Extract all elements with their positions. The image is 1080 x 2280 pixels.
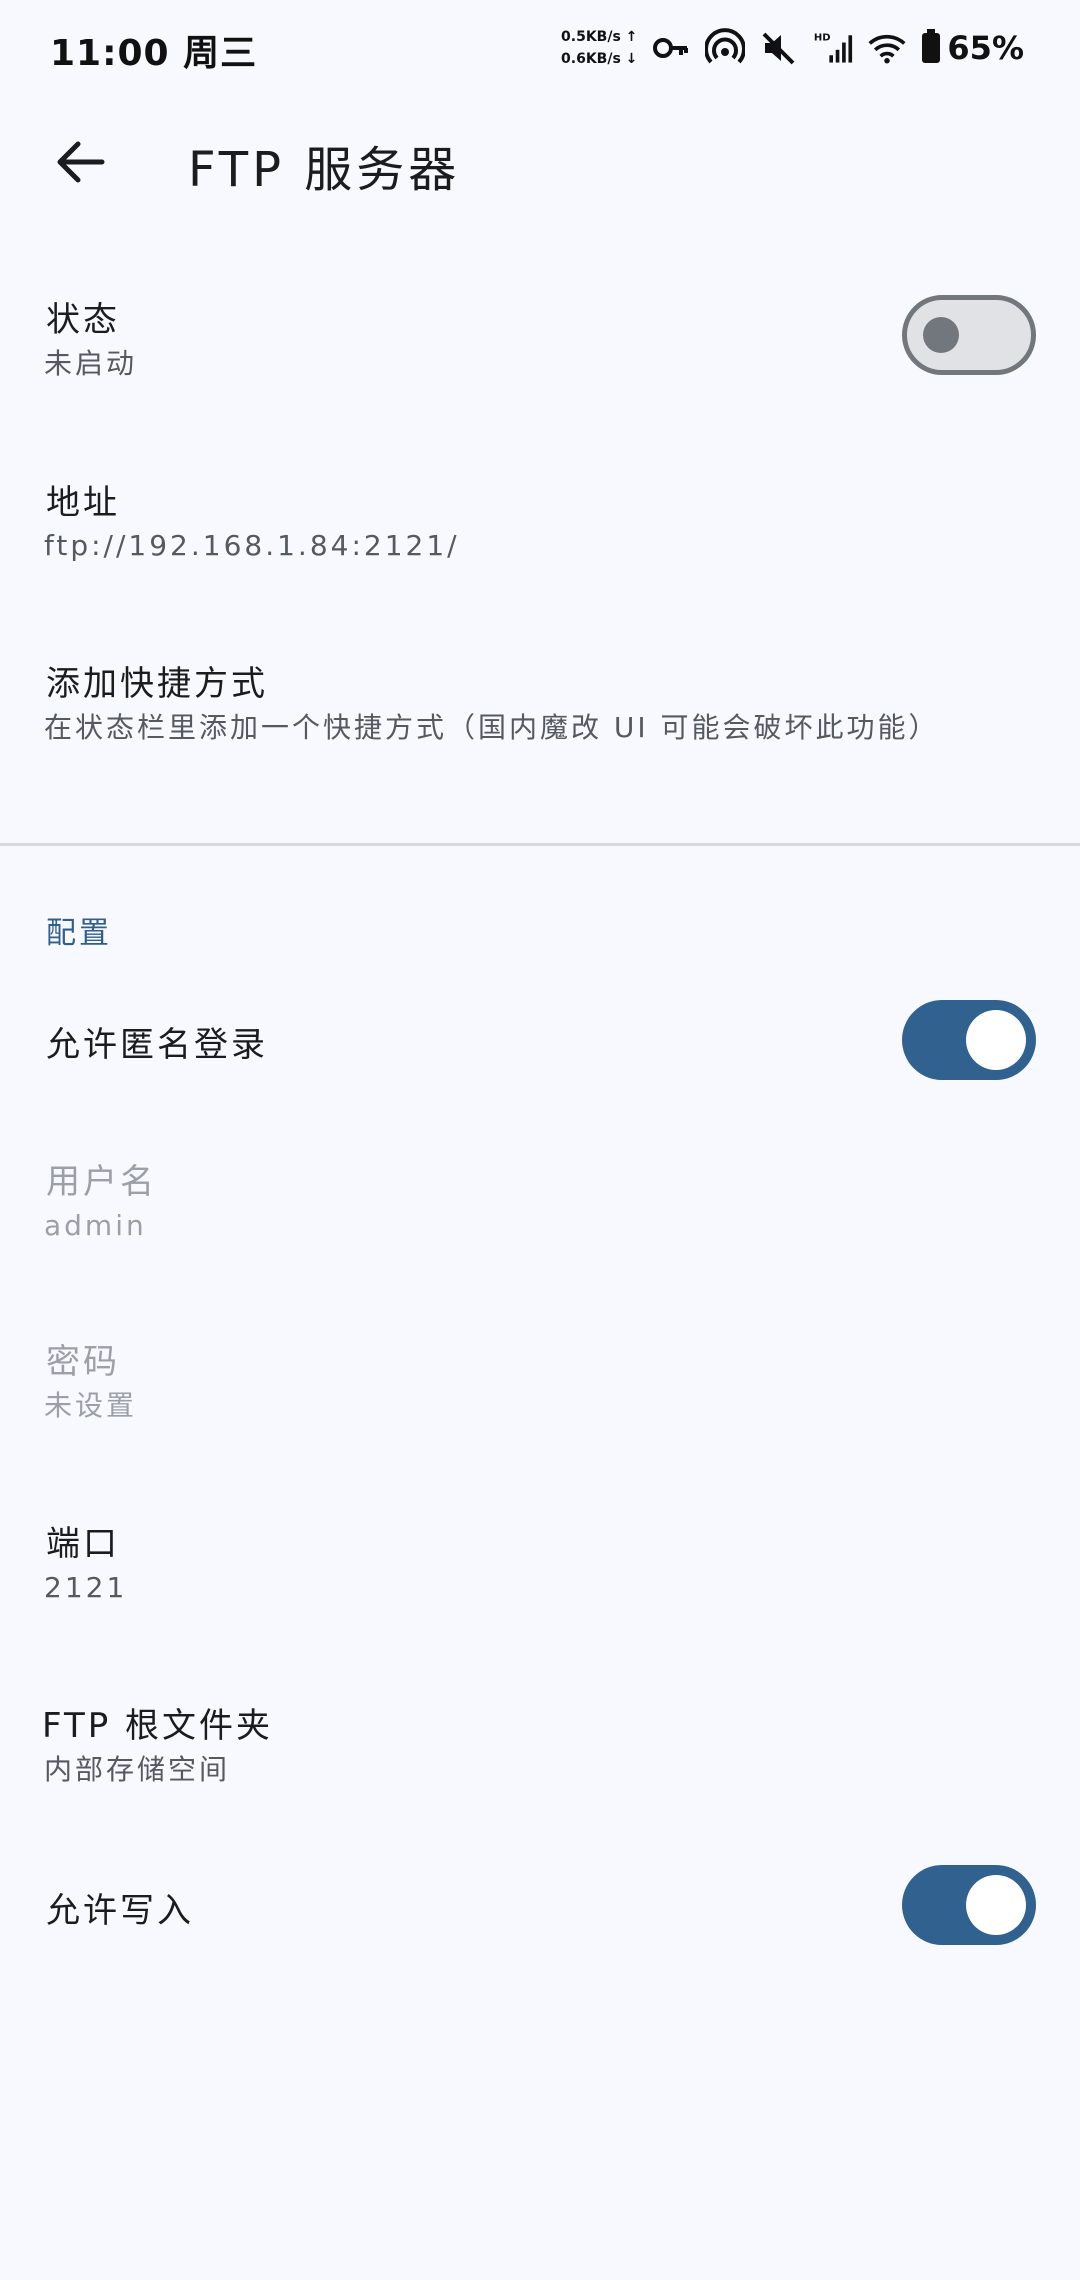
hotspot-icon	[705, 28, 746, 68]
switch-knob	[923, 317, 959, 353]
pref-ftp-root-folder[interactable]: FTP 根文件夹 内部存储空间	[0, 1674, 1080, 1824]
allow-write-switch[interactable]	[902, 1865, 1036, 1945]
pref-title: 密码	[46, 1342, 120, 1382]
network-speed: 0.5KB/s ↑ 0.6KB/s ↓	[561, 26, 637, 70]
switch-knob	[966, 1875, 1026, 1935]
battery-level: 65%	[947, 29, 1024, 67]
pref-title: 允许匿名登录	[46, 1025, 268, 1065]
pref-title: 状态	[46, 300, 120, 340]
status-time: 11:00 周三	[50, 33, 258, 74]
pref-summary: ftp://192.168.1.84:2121/	[44, 529, 460, 562]
section-header-config: 配置	[46, 916, 112, 951]
key-icon	[651, 28, 691, 68]
download-speed: 0.6KB/s ↓	[561, 51, 638, 67]
pref-allow-write[interactable]: 允许写入	[0, 1855, 1080, 1955]
pref-title: 添加快捷方式	[46, 664, 268, 704]
svg-text:HD: HD	[814, 33, 831, 44]
pref-title: 端口	[46, 1524, 120, 1564]
app-bar: FTP 服务器	[0, 100, 1080, 224]
battery: 65%	[921, 29, 1024, 67]
back-button[interactable]	[40, 122, 120, 202]
upload-speed: 0.5KB/s ↑	[561, 29, 638, 45]
divider	[0, 843, 1080, 846]
pref-title: FTP 根文件夹	[42, 1706, 274, 1746]
pref-summary: 未设置	[44, 1389, 138, 1422]
pref-allow-anonymous[interactable]: 允许匿名登录	[0, 990, 1080, 1090]
page-title: FTP 服务器	[188, 142, 461, 198]
pref-address[interactable]: 地址 ftp://192.168.1.84:2121/	[0, 450, 1080, 600]
wifi-icon	[867, 28, 907, 68]
switch-knob	[966, 1010, 1026, 1070]
pref-summary: 未启动	[44, 347, 138, 380]
status-icons: 0.5KB/s ↑ 0.6KB/s ↓ HD 65%	[561, 20, 1024, 76]
pref-summary: admin	[44, 1209, 147, 1242]
pref-summary: 2121	[44, 1571, 128, 1604]
allow-anonymous-switch[interactable]	[902, 1000, 1036, 1080]
status-bar: 11:00 周三 0.5KB/s ↑ 0.6KB/s ↓ HD 65%	[0, 0, 1080, 96]
pref-status[interactable]: 状态 未启动	[0, 270, 1080, 420]
pref-summary: 在状态栏里添加一个快捷方式（国内魔改 UI 可能会破坏此功能）	[44, 711, 940, 744]
pref-title: 地址	[46, 483, 120, 523]
pref-title: 用户名	[46, 1162, 157, 1202]
battery-icon	[921, 29, 941, 67]
pref-password[interactable]: 密码 未设置	[0, 1310, 1080, 1460]
arrow-back-icon	[57, 141, 105, 183]
pref-title: 允许写入	[46, 1891, 194, 1931]
pref-username[interactable]: 用户名 admin	[0, 1130, 1080, 1280]
hd-signal-icon: HD	[813, 28, 853, 68]
pref-summary: 内部存储空间	[44, 1753, 231, 1786]
status-switch[interactable]	[902, 295, 1036, 375]
mute-icon	[759, 28, 799, 68]
pref-add-shortcut[interactable]: 添加快捷方式 在状态栏里添加一个快捷方式（国内魔改 UI 可能会破坏此功能）	[0, 632, 1080, 812]
pref-port[interactable]: 端口 2121	[0, 1492, 1080, 1642]
